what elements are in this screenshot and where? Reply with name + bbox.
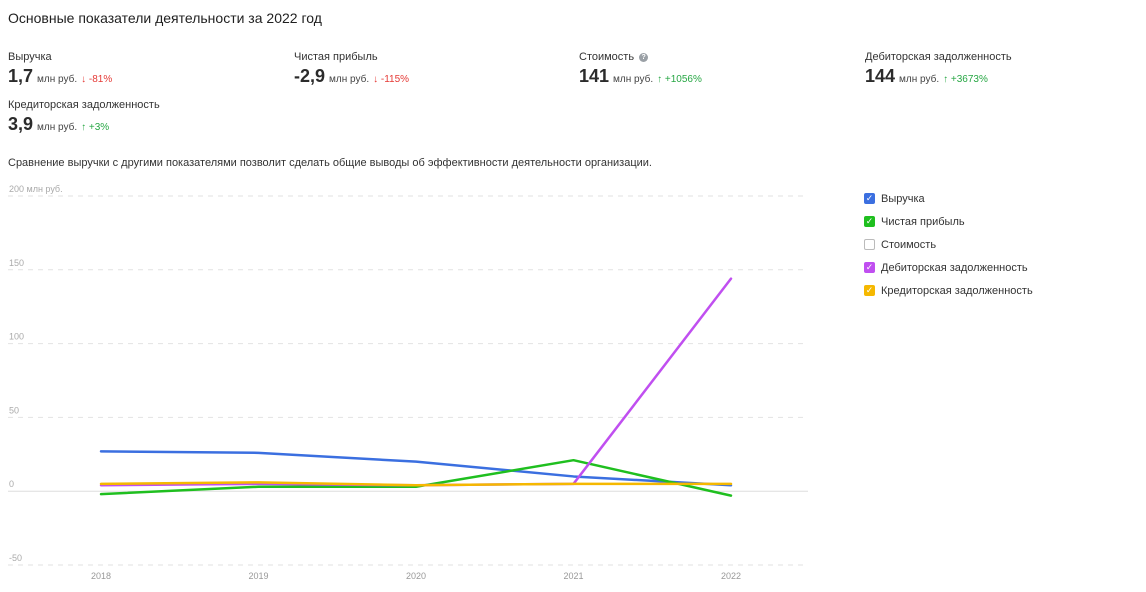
y-tick-label: 100 <box>9 332 24 342</box>
y-tick-label: 200 млн руб. <box>9 184 63 194</box>
legend-item[interactable]: ✓ Дебиторская задолженность <box>864 256 1033 279</box>
metric-payables: Кредиторская задолженность 3,9 млн руб. … <box>8 99 160 135</box>
metric-unit: млн руб. <box>329 74 370 85</box>
y-tick-label: 150 <box>9 258 24 268</box>
legend-label: Чистая прибыль <box>881 215 965 228</box>
legend-item[interactable]: Стоимость <box>864 233 1033 256</box>
metric-label: Стоимость ? <box>579 51 702 63</box>
metric-label: Выручка <box>8 51 52 63</box>
checkbox-checked-icon[interactable]: ✓ <box>864 216 875 227</box>
y-tick-label: 0 <box>9 479 14 489</box>
series-line <box>99 277 733 487</box>
metric-value: 141 <box>579 66 610 86</box>
legend-label: Кредиторская задолженность <box>881 284 1033 297</box>
x-tick-label: 2021 <box>563 571 583 581</box>
checkbox-checked-icon[interactable]: ✓ <box>864 193 875 204</box>
legend-label: Стоимость <box>881 238 937 251</box>
checkbox-checked-icon[interactable]: ✓ <box>864 262 875 273</box>
x-tick-label: 2019 <box>248 571 268 581</box>
y-tick-label: 50 <box>9 405 19 415</box>
x-tick-label: 2018 <box>91 571 111 581</box>
series-line <box>99 450 733 487</box>
metric-label: Кредиторская задолженность <box>8 99 160 111</box>
checkbox-checked-icon[interactable]: ✓ <box>864 285 875 296</box>
x-tick-label: 2020 <box>406 571 426 581</box>
metric-value: 144 <box>865 66 896 86</box>
series-line <box>99 458 733 497</box>
metric-change: ↑ +3% <box>81 122 110 133</box>
metric-unit: млн руб. <box>37 122 78 133</box>
legend-item[interactable]: ✓ Выручка <box>864 187 1033 210</box>
metric-value: -2,9 <box>294 66 326 86</box>
metric-revenue: Выручка 1,7 млн руб. ↓ -81% <box>8 51 112 87</box>
x-tick-label: 2022 <box>721 571 741 581</box>
chart-description: Сравнение выручки с другими показателями… <box>8 157 652 169</box>
line-chart: 200 млн руб. 150 100 50 0 -50 2018 2019 2020 2021… <box>8 184 808 581</box>
metric-value: 3,9 <box>8 114 34 134</box>
legend-item[interactable]: ✓ Чистая прибыль <box>864 210 1033 233</box>
chart-legend: ✓ Выручка ✓ Чистая прибыль Стоимость ✓ Дебитор… <box>864 187 1033 302</box>
metric-change: ↓ -81% <box>81 74 113 85</box>
metric-unit: млн руб. <box>37 74 78 85</box>
metric-receivables: Дебиторская задолженность 144 млн руб. ↑… <box>865 51 1012 87</box>
y-tick-label: -50 <box>9 553 22 563</box>
legend-label: Дебиторская задолженность <box>881 261 1028 274</box>
page-title: Основные показатели деятельности за 2022… <box>8 10 322 26</box>
metric-change: ↑ +3673% <box>943 74 988 85</box>
metric-value-cost: Стоимость ? 141 млн руб. ↑ +1056% <box>579 51 702 87</box>
legend-label: Выручка <box>881 192 925 205</box>
metric-unit: млн руб. <box>899 74 940 85</box>
metric-label: Дебиторская задолженность <box>865 51 1012 63</box>
legend-item[interactable]: ✓ Кредиторская задолженность <box>864 279 1033 302</box>
metric-change: ↑ +1056% <box>657 74 702 85</box>
metric-change: ↓ -115% <box>373 74 410 85</box>
metric-net-profit: Чистая прибыль -2,9 млн руб. ↓ -115% <box>294 51 409 87</box>
metric-value: 1,7 <box>8 66 34 86</box>
metric-unit: млн руб. <box>613 74 654 85</box>
checkbox-empty-icon[interactable] <box>864 239 875 250</box>
question-circle-icon[interactable]: ? <box>639 52 649 62</box>
metric-label: Чистая прибыль <box>294 51 378 63</box>
